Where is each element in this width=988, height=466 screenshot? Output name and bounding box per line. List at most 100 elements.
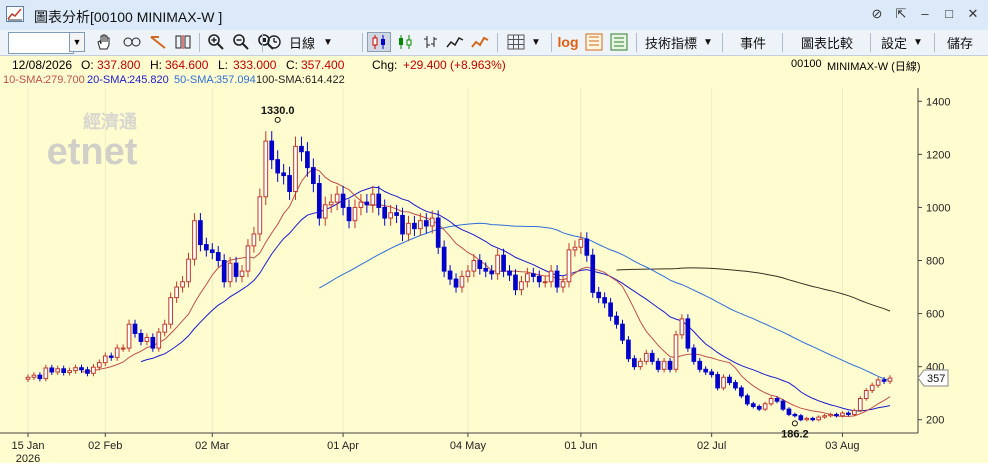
- candle-body: [649, 352, 655, 362]
- percent-scale-button[interactable]: [583, 32, 605, 52]
- candle-body: [768, 398, 774, 405]
- candle-body: [174, 286, 179, 299]
- candle: [227, 256, 233, 288]
- draw-line-button[interactable]: [147, 32, 169, 52]
- candle-body: [620, 323, 625, 341]
- maximize-icon[interactable]: □: [942, 6, 956, 22]
- save-button[interactable]: 儲存: [940, 32, 980, 52]
- split-view-button[interactable]: [172, 32, 194, 52]
- candle: [162, 319, 168, 337]
- candle: [174, 281, 179, 303]
- candle: [875, 377, 881, 388]
- candle-body: [198, 220, 203, 246]
- grid-dropdown[interactable]: ▼: [503, 32, 545, 52]
- candle: [863, 388, 869, 401]
- price-tick-label: 1200: [926, 149, 950, 161]
- area-type-button[interactable]: [469, 32, 491, 52]
- candle-body: [477, 260, 483, 269]
- restore-icon[interactable]: ⇱: [894, 6, 908, 22]
- watermark-en: etnet: [47, 131, 138, 173]
- candle-body: [887, 377, 893, 382]
- candle-body: [73, 367, 78, 372]
- attach-icon[interactable]: ⊘: [870, 6, 884, 22]
- events-button[interactable]: 事件: [729, 32, 777, 52]
- candle-body: [227, 262, 233, 283]
- compare-button[interactable]: 圖表比較: [789, 32, 865, 52]
- close-icon[interactable]: ✕: [966, 6, 980, 22]
- mountain-chart-icon: [471, 36, 489, 48]
- log-scale-button[interactable]: log: [556, 32, 580, 52]
- candle: [305, 142, 310, 177]
- candle: [756, 404, 762, 412]
- candlestick-type-button[interactable]: [367, 32, 391, 52]
- candle-body: [263, 140, 269, 198]
- candle-body: [209, 249, 215, 254]
- candle: [887, 375, 893, 384]
- sma100-value: 614.422: [305, 74, 345, 86]
- zoom-in-button[interactable]: [205, 32, 227, 52]
- open-value: 337.800: [97, 58, 141, 72]
- candle-body: [822, 415, 827, 418]
- date-tick-label: 04 May: [450, 440, 487, 452]
- zoom-out-icon: [233, 34, 249, 50]
- candle-body: [560, 281, 566, 288]
- sma50-label: 50-SMA:: [174, 74, 217, 86]
- price-chart[interactable]: 經濟通 etnet 200400600800100012001400357 15…: [0, 88, 988, 465]
- candles: [25, 131, 893, 422]
- period-dropdown[interactable]: 日線 ▼: [266, 32, 336, 52]
- candle-body: [370, 193, 376, 206]
- candle: [691, 344, 697, 365]
- sma50-value: 357.094: [216, 74, 256, 86]
- candle-body: [596, 291, 602, 299]
- candle-body: [406, 222, 411, 235]
- candle-body: [697, 360, 703, 370]
- ohlc-type-button[interactable]: [419, 32, 441, 52]
- indicators-dropdown[interactable]: 技術指標 ▼: [641, 32, 717, 52]
- candle: [507, 265, 512, 282]
- candle-body: [364, 201, 370, 206]
- candle-body: [316, 183, 322, 219]
- candle: [55, 365, 61, 375]
- candle-body: [31, 374, 37, 378]
- hand-icon: [97, 34, 110, 50]
- pan-hand-button[interactable]: [93, 32, 115, 52]
- title-bar: 圖表分析[00100 MINIMAX-W ] ⊘ ⇱ – □ ✕: [0, 0, 988, 31]
- export-button[interactable]: [608, 32, 630, 52]
- candle-body: [762, 403, 768, 410]
- candle-body: [804, 417, 810, 421]
- minimize-icon[interactable]: –: [918, 6, 932, 22]
- symbol-code: 00100: [791, 58, 822, 70]
- date-tick-label: 01 Apr: [327, 440, 359, 452]
- candle-fill-type-button[interactable]: [394, 32, 416, 52]
- date-tick-label: 15 Jan: [11, 440, 44, 452]
- toolbar-divider: [636, 33, 637, 52]
- line-type-button[interactable]: [444, 32, 466, 52]
- extreme-label: 186.2: [781, 428, 809, 440]
- close-label: C:: [286, 58, 298, 72]
- candle: [750, 401, 756, 409]
- candle-body: [578, 238, 584, 248]
- candle: [61, 365, 67, 376]
- candle: [721, 374, 726, 391]
- candle-body: [798, 415, 804, 421]
- last-price-label: 357: [927, 373, 945, 385]
- settings-dropdown[interactable]: 設定 ▼: [875, 32, 929, 52]
- candle-body: [412, 222, 417, 230]
- candle: [412, 215, 417, 236]
- candle: [846, 411, 851, 417]
- candle: [816, 415, 822, 422]
- candle: [554, 265, 560, 293]
- symbol-dropdown-button[interactable]: ▼: [69, 32, 85, 52]
- candle: [221, 254, 227, 288]
- candle-body: [233, 262, 239, 277]
- crosshair-button[interactable]: [120, 32, 144, 52]
- chart-area[interactable]: 經濟通 etnet 200 400 600 800 1000 1200 1400 357 15…: [0, 88, 988, 465]
- candle: [233, 256, 239, 283]
- candle: [715, 371, 720, 391]
- symbol-input[interactable]: [8, 32, 74, 54]
- date-tick-label: 02 Feb: [88, 440, 122, 452]
- candle: [786, 407, 792, 417]
- zoom-out-button[interactable]: [230, 32, 252, 52]
- low-label: L:: [218, 58, 229, 72]
- candle-body: [61, 368, 67, 373]
